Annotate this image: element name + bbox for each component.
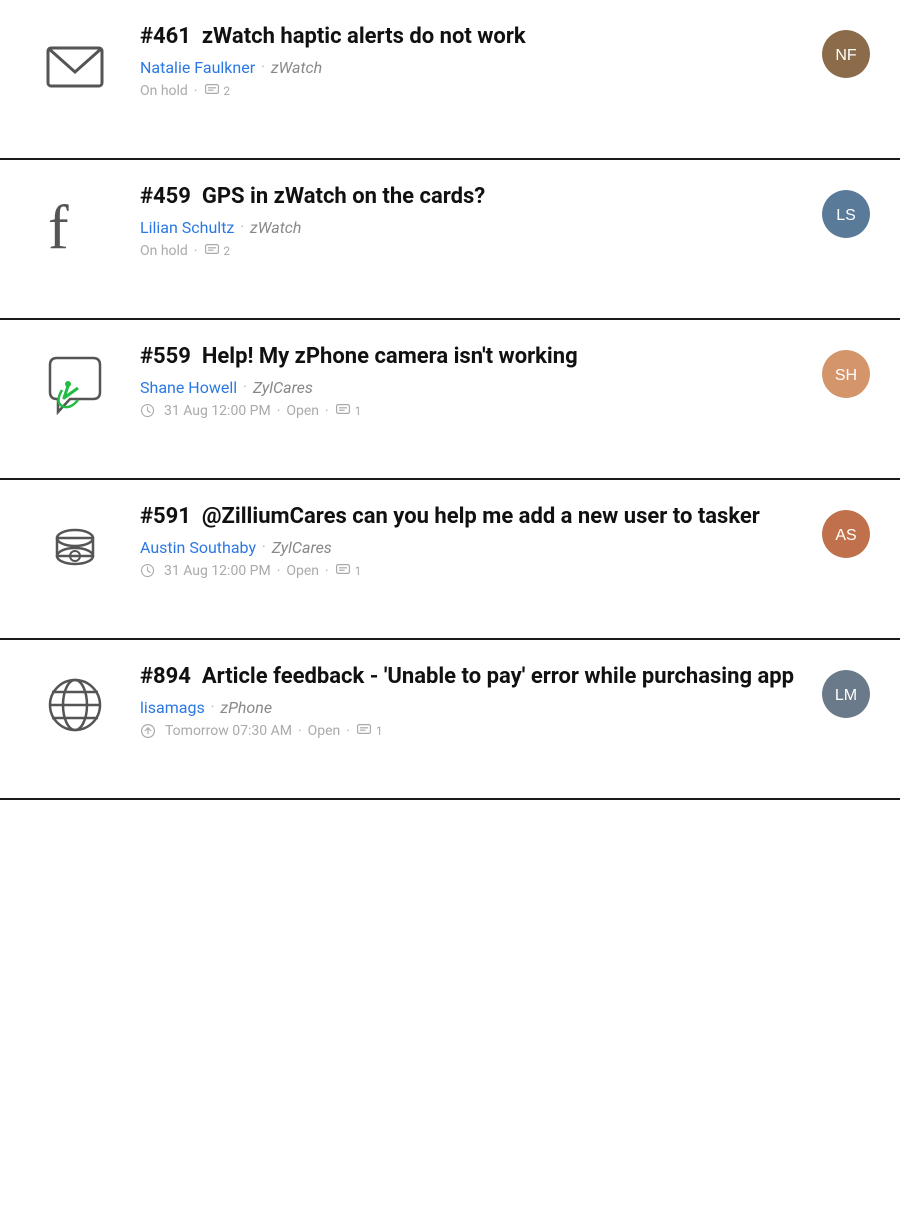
separator: · bbox=[277, 403, 281, 419]
requester-dot: · bbox=[261, 59, 265, 75]
ticket-title: #894 Article feedback - 'Unable to pay' … bbox=[140, 662, 802, 692]
ticket-title: #559 Help! My zPhone camera isn't workin… bbox=[140, 342, 802, 372]
ticket-avatar: LS bbox=[822, 190, 870, 238]
ticket-time: 31 Aug 12:00 PM bbox=[164, 563, 271, 579]
ticket-content: #559 Help! My zPhone camera isn't workin… bbox=[140, 342, 802, 419]
ticket-product: zWatch bbox=[250, 218, 301, 237]
ticket-meta: On hold · 2 bbox=[140, 243, 802, 259]
ticket-requester-line: Lilian Schultz · zWatch bbox=[140, 218, 802, 237]
facebook-icon: f bbox=[40, 190, 110, 264]
chat-icon bbox=[40, 350, 110, 424]
clock-icon bbox=[140, 723, 159, 739]
ticket-comments: 1 bbox=[356, 723, 383, 739]
requester-dot: · bbox=[240, 219, 244, 235]
ticket-item[interactable]: #559 Help! My zPhone camera isn't workin… bbox=[0, 320, 900, 480]
separator: · bbox=[277, 563, 281, 579]
ticket-title: #459 GPS in zWatch on the cards? bbox=[140, 182, 802, 212]
separator2: · bbox=[325, 403, 329, 419]
ticket-product: ZylCares bbox=[272, 538, 332, 557]
ticket-meta: Tomorrow 07:30 AM · Open · 1 bbox=[140, 723, 802, 739]
ticket-requester-line: Shane Howell · ZylCares bbox=[140, 378, 802, 397]
svg-text:AS: AS bbox=[835, 527, 856, 544]
ticket-product: ZylCares bbox=[253, 378, 313, 397]
ticket-item[interactable]: #591 @ZilliumCares can you help me add a… bbox=[0, 480, 900, 640]
email-icon bbox=[40, 30, 110, 104]
ticket-avatar: AS bbox=[822, 510, 870, 558]
ticket-requester[interactable]: lisamags bbox=[140, 698, 205, 717]
ticket-list: #461 zWatch haptic alerts do not work Na… bbox=[0, 0, 900, 800]
svg-text:LM: LM bbox=[835, 687, 857, 704]
ticket-item[interactable]: f #459 GPS in zWatch on the cards? Lilia… bbox=[0, 160, 900, 320]
ticket-meta: On hold · 2 bbox=[140, 83, 802, 99]
svg-text:NF: NF bbox=[835, 47, 857, 64]
ticket-product: zPhone bbox=[220, 698, 272, 717]
ticket-requester[interactable]: Natalie Faulkner bbox=[140, 58, 255, 77]
ticket-avatar: SH bbox=[822, 350, 870, 398]
ticket-requester-line: lisamags · zPhone bbox=[140, 698, 802, 717]
clock-icon bbox=[140, 403, 158, 419]
ticket-item[interactable]: #894 Article feedback - 'Unable to pay' … bbox=[0, 640, 900, 800]
ticket-status: Open bbox=[286, 563, 319, 579]
svg-text:LS: LS bbox=[836, 207, 856, 224]
svg-text:f: f bbox=[48, 194, 69, 260]
clock-icon bbox=[140, 563, 158, 579]
separator2: · bbox=[325, 563, 329, 579]
ticket-requester[interactable]: Lilian Schultz bbox=[140, 218, 234, 237]
channel-icon-wrap bbox=[30, 22, 120, 104]
ticket-time: 31 Aug 12:00 PM bbox=[164, 403, 271, 419]
web-icon bbox=[40, 670, 110, 744]
ticket-requester[interactable]: Shane Howell bbox=[140, 378, 237, 397]
ticket-comments: 1 bbox=[335, 403, 362, 419]
ticket-meta: 31 Aug 12:00 PM · Open · 1 bbox=[140, 403, 802, 419]
ticket-time: Tomorrow 07:30 AM bbox=[165, 723, 292, 739]
separator: · bbox=[194, 83, 198, 99]
ticket-comments: 1 bbox=[335, 563, 362, 579]
ticket-content: #591 @ZilliumCares can you help me add a… bbox=[140, 502, 802, 579]
separator: · bbox=[298, 723, 302, 739]
requester-dot: · bbox=[211, 699, 215, 715]
ticket-status: On hold bbox=[140, 83, 188, 99]
separator: · bbox=[194, 243, 198, 259]
ticket-content: #459 GPS in zWatch on the cards? Lilian … bbox=[140, 182, 802, 259]
ticket-avatar: NF bbox=[822, 30, 870, 78]
ticket-requester-line: Natalie Faulkner · zWatch bbox=[140, 58, 802, 77]
channel-icon-wrap bbox=[30, 662, 120, 744]
ticket-content: #461 zWatch haptic alerts do not work Na… bbox=[140, 22, 802, 99]
ticket-product: zWatch bbox=[271, 58, 322, 77]
ticket-requester-line: Austin Southaby · ZylCares bbox=[140, 538, 802, 557]
ticket-avatar: LM bbox=[822, 670, 870, 718]
ticket-title: #461 zWatch haptic alerts do not work bbox=[140, 22, 802, 52]
ticket-status: On hold bbox=[140, 243, 188, 259]
ticket-comments: 2 bbox=[204, 83, 231, 99]
ticket-item[interactable]: #461 zWatch haptic alerts do not work Na… bbox=[0, 0, 900, 160]
ticket-title: #591 @ZilliumCares can you help me add a… bbox=[140, 502, 802, 532]
ticket-meta: 31 Aug 12:00 PM · Open · 1 bbox=[140, 563, 802, 579]
separator2: · bbox=[346, 723, 350, 739]
channel-icon-wrap bbox=[30, 342, 120, 424]
requester-dot: · bbox=[262, 539, 266, 555]
ticket-status: Open bbox=[286, 403, 319, 419]
ticket-status: Open bbox=[308, 723, 341, 739]
ticket-comments: 2 bbox=[204, 243, 231, 259]
svg-text:SH: SH bbox=[835, 367, 857, 384]
requester-dot: · bbox=[243, 379, 247, 395]
channel-icon-wrap bbox=[30, 502, 120, 584]
channel-icon-wrap: f bbox=[30, 182, 120, 264]
phone-icon bbox=[40, 510, 110, 584]
ticket-content: #894 Article feedback - 'Unable to pay' … bbox=[140, 662, 802, 739]
ticket-requester[interactable]: Austin Southaby bbox=[140, 538, 256, 557]
